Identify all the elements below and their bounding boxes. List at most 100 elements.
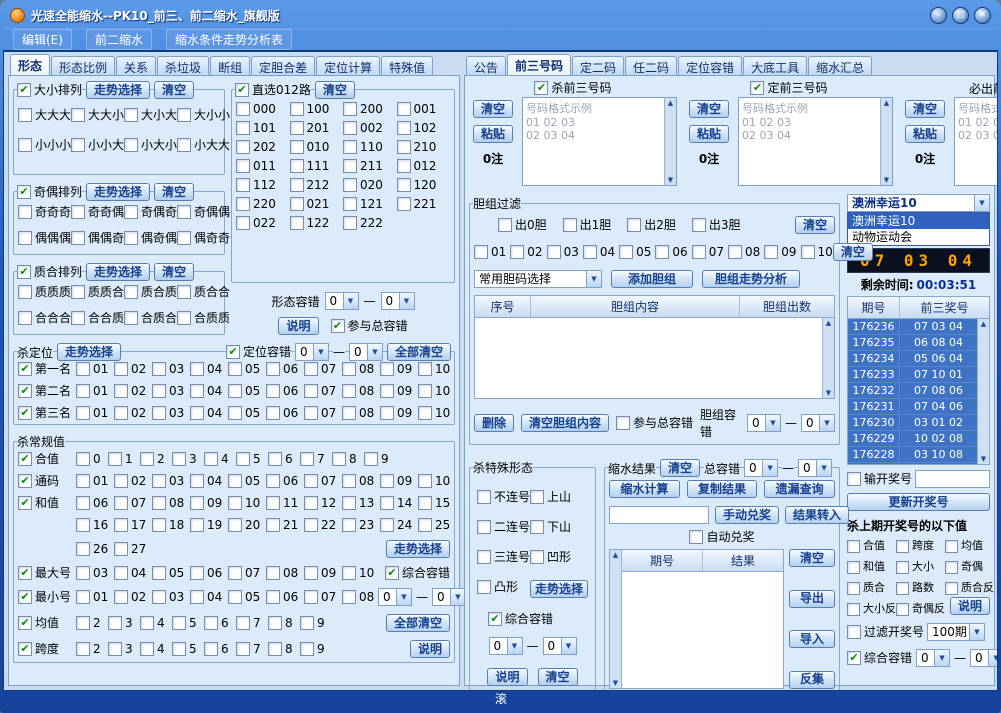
number-checkbox[interactable]: 03 <box>152 406 188 420</box>
pattern-option-checkbox[interactable]: 奇偶奇 <box>124 205 177 219</box>
number-checkbox[interactable]: 07 <box>304 590 340 604</box>
number-checkbox[interactable]: 03 <box>152 474 188 488</box>
total-tol-min-combo[interactable]: 0 <box>744 459 778 477</box>
number-checkbox[interactable]: 10 <box>418 362 454 376</box>
left-tab[interactable]: 形态 <box>10 54 50 75</box>
fix-sanma-checkbox[interactable]: 定前三号码 <box>750 81 827 95</box>
number-checkbox[interactable]: 04 <box>190 474 226 488</box>
pattern-option-checkbox[interactable]: 合质合 <box>124 311 177 325</box>
kill-option-checkbox[interactable]: 和值 <box>847 560 896 574</box>
kill-sanma-textarea[interactable] <box>523 98 664 185</box>
number-checkbox[interactable]: 8 <box>268 616 298 630</box>
kill-option-checkbox[interactable]: 路数 <box>896 581 945 595</box>
special-pattern-checkbox[interactable]: 上山 <box>530 490 588 504</box>
left-tab[interactable]: 关系 <box>116 56 156 75</box>
pattern-option-checkbox[interactable]: 合质质 <box>177 311 230 325</box>
number-checkbox[interactable]: 7 <box>236 642 266 656</box>
pattern-option-checkbox[interactable]: 小小小 <box>18 138 71 152</box>
number-checkbox[interactable]: 9 <box>300 616 330 630</box>
dingwei-tol-min-combo[interactable]: 0 <box>295 343 329 361</box>
danzu-join-total-checkbox[interactable]: 参与总容错 <box>616 416 693 430</box>
dingwei-clear-all-button[interactable]: 全部清空 <box>387 343 451 361</box>
left-tab[interactable]: 断组 <box>210 56 250 75</box>
lu012-option-checkbox[interactable]: 111 <box>290 159 344 173</box>
rank3-checkbox[interactable]: 第三名 <box>18 406 76 420</box>
number-checkbox[interactable]: 06 <box>266 362 302 376</box>
history-row[interactable]: 176232 07 08 06 <box>848 383 977 399</box>
teshu-tol-max-combo[interactable]: 0 <box>543 637 577 655</box>
dan-number-checkbox[interactable]: 02 <box>510 245 542 259</box>
zhihe-trend-button[interactable]: 走势选择 <box>86 263 150 281</box>
zhihe-checkbox[interactable]: 质合排列 <box>17 265 82 279</box>
shrink-calc-button[interactable]: 缩水计算 <box>609 480 680 498</box>
input-draw-checkbox[interactable]: 输开奖号 <box>847 472 912 486</box>
right-tab[interactable]: 定二码 <box>572 56 624 75</box>
changgui-trend-button[interactable]: 走势选择 <box>386 540 450 558</box>
kill-option-checkbox[interactable]: 质合反 <box>945 581 994 595</box>
lu012-option-checkbox[interactable]: 200 <box>343 102 397 116</box>
number-checkbox[interactable]: 4 <box>140 616 170 630</box>
number-checkbox[interactable]: 10 <box>342 566 378 580</box>
right-tab[interactable]: 公告 <box>466 56 506 75</box>
lu012-option-checkbox[interactable]: 201 <box>290 121 344 135</box>
number-checkbox[interactable]: 2 <box>140 452 170 466</box>
special-pattern-checkbox[interactable]: 凹形 <box>530 550 588 564</box>
number-checkbox[interactable]: 06 <box>266 590 302 604</box>
lu012-checkbox[interactable]: 直选012路 <box>235 83 311 97</box>
pattern-option-checkbox[interactable]: 质合合 <box>177 285 230 299</box>
lu012-option-checkbox[interactable]: 222 <box>343 216 397 230</box>
number-checkbox[interactable]: 07 <box>304 362 340 376</box>
number-checkbox[interactable]: 06 <box>266 406 302 420</box>
kill-option-checkbox[interactable]: 奇偶反 <box>896 602 945 616</box>
number-checkbox[interactable]: 10 <box>228 496 264 510</box>
jiou-trend-button[interactable]: 走势选择 <box>86 183 150 201</box>
number-checkbox[interactable]: 18 <box>152 518 188 532</box>
pattern-option-checkbox[interactable]: 小大小 <box>124 138 177 152</box>
number-checkbox[interactable]: 09 <box>380 406 416 420</box>
pattern-option-checkbox[interactable]: 小大大 <box>177 138 230 152</box>
suoshui-clear-button[interactable]: 清空 <box>660 459 700 477</box>
number-checkbox[interactable]: 04 <box>190 590 226 604</box>
number-checkbox[interactable]: 3 <box>172 452 202 466</box>
number-checkbox[interactable]: 10 <box>418 406 454 420</box>
number-checkbox[interactable]: 7 <box>236 616 266 630</box>
kill-option-checkbox[interactable]: 大小反 <box>847 602 896 616</box>
right-tab[interactable]: 定位容错 <box>678 56 742 75</box>
must-sanma-paste-button[interactable]: 粘贴 <box>905 125 945 143</box>
left-tab[interactable]: 定位计算 <box>316 56 380 75</box>
number-checkbox[interactable]: 05 <box>152 566 188 580</box>
kill-option-checkbox[interactable]: 奇偶 <box>945 560 994 574</box>
number-checkbox[interactable]: 13 <box>342 496 378 510</box>
pattern-option-checkbox[interactable]: 合合合 <box>18 311 71 325</box>
tongma-checkbox[interactable]: 通码 <box>18 474 76 488</box>
number-checkbox[interactable]: 07 <box>228 566 264 580</box>
number-checkbox[interactable]: 08 <box>266 566 302 580</box>
fix-sanma-paste-button[interactable]: 粘贴 <box>689 125 729 143</box>
lu012-clear-button[interactable]: 清空 <box>315 81 355 99</box>
rank2-checkbox[interactable]: 第二名 <box>18 384 76 398</box>
pattern-option-checkbox[interactable]: 大小大 <box>124 108 177 122</box>
number-checkbox[interactable]: 09 <box>380 474 416 488</box>
menu-item[interactable]: 缩水条件走势分析表 <box>166 29 292 50</box>
number-checkbox[interactable]: 07 <box>304 384 340 398</box>
kill-option-checkbox[interactable]: 大小 <box>896 560 945 574</box>
left-tab[interactable]: 形态比例 <box>51 56 115 75</box>
number-checkbox[interactable]: 09 <box>380 362 416 376</box>
number-checkbox[interactable]: 02 <box>114 590 150 604</box>
teshu-explain-button[interactable]: 说明 <box>487 668 527 686</box>
number-checkbox[interactable]: 08 <box>342 590 378 604</box>
dan-number-checkbox[interactable]: 04 <box>583 245 615 259</box>
number-checkbox[interactable]: 08 <box>342 474 378 488</box>
pattern-option-checkbox[interactable]: 偶奇奇 <box>177 231 230 245</box>
lu012-option-checkbox[interactable]: 102 <box>397 121 451 135</box>
history-row[interactable]: 176234 05 06 04 <box>848 351 977 367</box>
menu-item[interactable]: 编辑(E) <box>13 29 72 50</box>
number-checkbox[interactable]: 4 <box>204 452 234 466</box>
number-checkbox[interactable]: 07 <box>304 406 340 420</box>
draw-number-input[interactable] <box>915 470 990 488</box>
changgui-combined-tol-checkbox[interactable]: 综合容错 <box>385 566 450 580</box>
history-row[interactable]: 176235 06 08 04 <box>848 335 977 351</box>
result-side-button[interactable]: 反集 <box>789 671 835 689</box>
dingwei-tol-max-combo[interactable]: 0 <box>349 343 383 361</box>
number-checkbox[interactable]: 5 <box>172 642 202 656</box>
